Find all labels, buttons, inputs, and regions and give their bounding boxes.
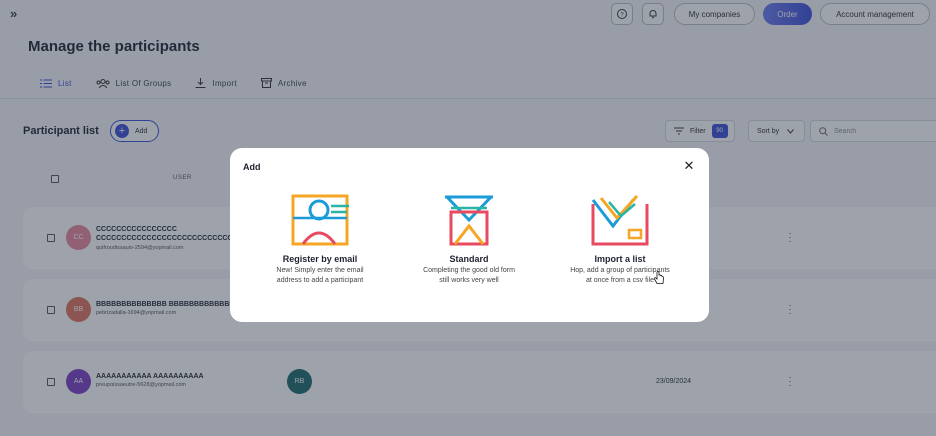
option-desc-line1: New! Simply enter the email xyxy=(276,267,364,274)
option-desc-line1: Completing the good old form xyxy=(423,267,515,274)
option-title: Register by email xyxy=(282,254,358,264)
option-standard[interactable]: Standard Completing the good old form st… xyxy=(399,194,539,286)
standard-form-illustration-icon xyxy=(445,195,493,246)
import-list-illustration-icon xyxy=(591,194,649,246)
option-register-by-email[interactable]: Register by email New! Simply enter the … xyxy=(250,194,390,286)
option-desc-line1: Hop, add a group of participants xyxy=(570,267,670,274)
add-participant-modal: Add ✕ Register by email New! Simply ente… xyxy=(230,148,709,322)
option-import-a-list[interactable]: Import a list Hop, add a group of partic… xyxy=(550,194,690,286)
register-by-email-illustration-icon xyxy=(291,194,349,246)
option-title: Import a list xyxy=(594,254,646,264)
option-desc-line2: address to add a participant xyxy=(276,277,364,284)
modal-title: Add xyxy=(243,162,261,172)
option-desc-line2: at once from a csv file xyxy=(585,277,655,284)
option-title: Standard xyxy=(449,254,489,264)
close-icon[interactable]: ✕ xyxy=(683,159,695,172)
hand-cursor-icon xyxy=(654,271,664,284)
option-desc-line2: still works very well xyxy=(439,277,499,284)
